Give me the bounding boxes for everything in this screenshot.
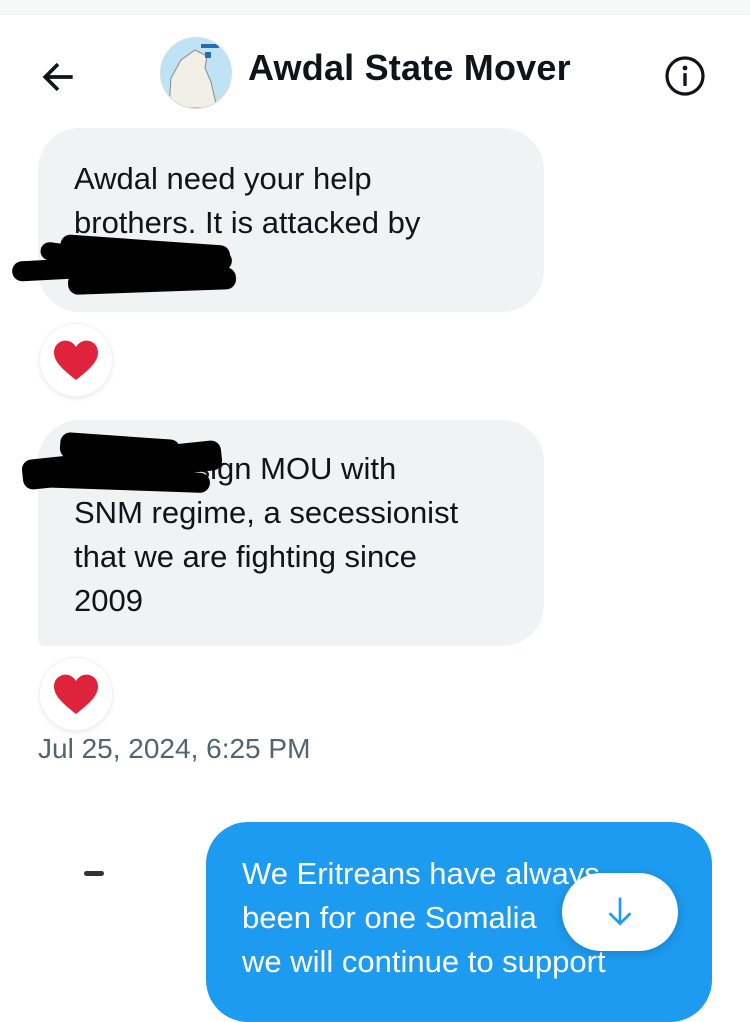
arrow-left-icon	[42, 62, 73, 92]
message-timestamp: Jul 25, 2024, 6:25 PM	[38, 733, 311, 764]
message-line: SNM regime, a secessionist	[74, 495, 459, 530]
message-line: that we are fighting since	[74, 539, 417, 574]
info-icon	[665, 56, 705, 96]
status-strip	[0, 0, 750, 15]
message-line: 2009	[74, 583, 143, 618]
reaction-badge[interactable]	[40, 324, 112, 396]
reaction-badge[interactable]	[40, 658, 112, 730]
page-title: Awdal State Mover	[248, 47, 571, 88]
scroll-to-bottom-button[interactable]	[562, 873, 678, 951]
red-heart-icon	[54, 340, 98, 380]
message-line: Awdal need your help	[74, 161, 372, 196]
info-button[interactable]	[662, 53, 708, 99]
typing-dash	[84, 871, 104, 876]
map-avatar-image	[161, 38, 231, 108]
red-heart-icon	[54, 674, 98, 714]
conversation-header: Awdal State Mover	[0, 15, 750, 125]
arrow-down-icon	[608, 897, 632, 926]
back-button[interactable]	[36, 55, 80, 99]
message-line: brothers. It is attacked by	[74, 205, 421, 240]
avatar[interactable]	[160, 37, 232, 109]
